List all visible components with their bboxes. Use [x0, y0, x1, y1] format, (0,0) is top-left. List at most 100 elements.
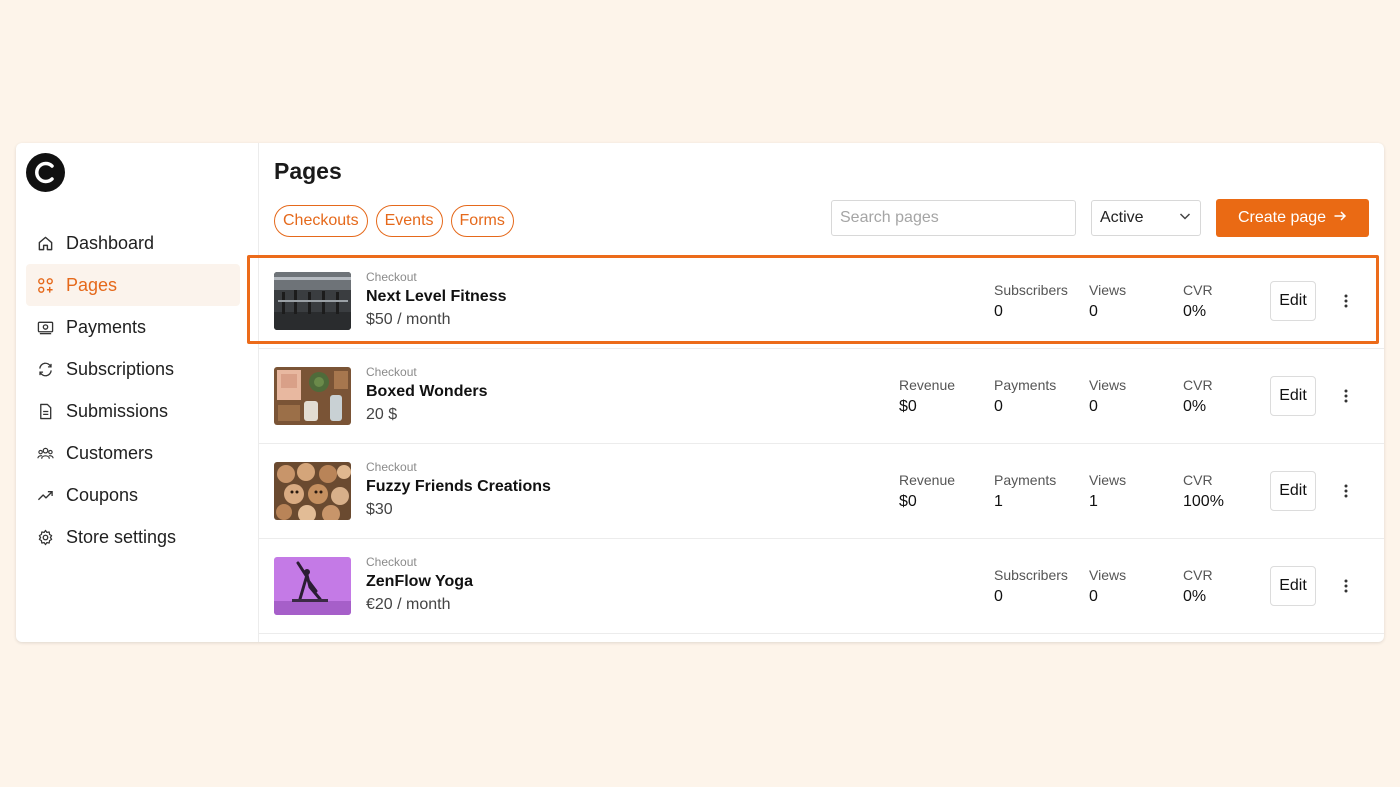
page-thumbnail [274, 272, 351, 330]
metric-label: Views [1089, 567, 1127, 583]
page-type: Checkout [366, 555, 417, 569]
page-name[interactable]: Fuzzy Friends Creations [366, 478, 551, 496]
create-page-label: Create page [1237, 209, 1327, 226]
metric-views: Views 0 [1089, 282, 1126, 321]
metric-payments: Payments 0 [994, 377, 1056, 416]
main-content: Pages Checkouts Events Forms Active Crea… [259, 143, 1384, 642]
metric-value: 0% [1183, 398, 1207, 415]
sidebar-item-label: Pages [66, 274, 118, 295]
metric-value: $0 [899, 493, 917, 510]
page-thumbnail [274, 557, 351, 615]
page-thumbnail [274, 367, 351, 425]
payments-icon [37, 319, 54, 336]
more-options-icon[interactable] [1334, 288, 1358, 314]
sidebar-item-store-settings[interactable]: Store settings [26, 516, 240, 558]
metric-subscribers: Subscribers 0 [994, 567, 1068, 606]
sidebar-item-label: Submissions [66, 400, 169, 421]
filter-chips: Checkouts Events Forms [274, 205, 514, 237]
sidebar-item-label: Dashboard [66, 232, 155, 253]
metric-value: 1 [994, 493, 1003, 510]
page-price: 20 $ [366, 406, 398, 423]
more-options-icon[interactable] [1334, 383, 1358, 409]
metric-label: Subscribers [994, 282, 1068, 298]
status-select-value: Active [1100, 209, 1144, 226]
list-item[interactable]: Checkout Next Level Fitness $50 / month … [259, 254, 1384, 349]
home-icon [37, 235, 54, 252]
search-input[interactable] [831, 200, 1076, 236]
sidebar-item-label: Store settings [66, 526, 177, 547]
brand-logo[interactable] [26, 153, 65, 192]
page-name[interactable]: Next Level Fitness [366, 288, 507, 306]
metric-label: Payments [994, 472, 1057, 488]
filter-chip-events[interactable]: Events [375, 205, 443, 237]
sidebar-item-label: Payments [66, 316, 147, 337]
metric-value: 0% [1183, 303, 1207, 320]
metric-label: Views [1089, 472, 1127, 488]
metric-value: 0 [1089, 588, 1098, 605]
metric-views: Views 1 [1089, 472, 1126, 511]
metric-cvr: CVR 0% [1183, 377, 1213, 416]
sidebar-item-coupons[interactable]: Coupons [26, 474, 240, 516]
trending-icon [37, 487, 54, 504]
more-options-icon[interactable] [1334, 478, 1358, 504]
metric-cvr: CVR 0% [1183, 282, 1213, 321]
metric-views: Views 0 [1089, 377, 1126, 416]
page-type: Checkout [366, 460, 417, 474]
page-title: Pages [274, 158, 342, 184]
sidebar-item-payments[interactable]: Payments [26, 306, 240, 348]
page-type: Checkout [366, 365, 417, 379]
metric-value: 1 [1089, 493, 1098, 510]
metric-label: Subscribers [994, 567, 1068, 583]
metric-value: 0% [1183, 588, 1207, 605]
filter-chip-forms[interactable]: Forms [450, 205, 514, 237]
edit-button[interactable]: Edit [1270, 281, 1316, 321]
document-icon [37, 403, 54, 420]
page-price: €20 / month [366, 596, 451, 613]
metric-label: Views [1089, 377, 1127, 393]
customers-icon [37, 445, 54, 462]
arrow-right-icon [1333, 209, 1347, 228]
metric-payments: Payments 1 [994, 472, 1056, 511]
sidebar-item-submissions[interactable]: Submissions [26, 390, 240, 432]
metric-value: 100% [1183, 493, 1224, 510]
filter-chip-checkouts[interactable]: Checkouts [274, 205, 368, 237]
more-options-icon[interactable] [1334, 573, 1358, 599]
sidebar-item-subscriptions[interactable]: Subscriptions [26, 348, 240, 390]
app-window: Dashboard Pages Payments Subscriptions S… [16, 143, 1384, 642]
metric-label: Revenue [899, 377, 956, 393]
pages-grid-icon [37, 277, 54, 294]
metric-label: Revenue [899, 472, 956, 488]
sidebar-item-label: Coupons [66, 484, 139, 505]
edit-button[interactable]: Edit [1270, 376, 1316, 416]
list-item[interactable]: Checkout Fuzzy Friends Creations $30 Rev… [259, 444, 1384, 539]
edit-button[interactable]: Edit [1270, 471, 1316, 511]
edit-button[interactable]: Edit [1270, 566, 1316, 606]
metric-label: CVR [1183, 282, 1213, 298]
metric-value: 0 [994, 303, 1003, 320]
sidebar-item-label: Customers [66, 442, 154, 463]
sidebar-item-customers[interactable]: Customers [26, 432, 240, 474]
metric-views: Views 0 [1089, 567, 1126, 606]
status-select[interactable]: Active [1091, 200, 1201, 236]
subscriptions-icon [37, 361, 54, 378]
list-item[interactable]: Checkout ZenFlow Yoga €20 / month Subscr… [259, 539, 1384, 634]
page-name[interactable]: ZenFlow Yoga [366, 573, 473, 591]
sidebar-nav: Dashboard Pages Payments Subscriptions S… [26, 222, 240, 558]
metric-subscribers: Subscribers 0 [994, 282, 1068, 321]
sidebar-item-dashboard[interactable]: Dashboard [26, 222, 240, 264]
create-page-button[interactable]: Create page [1216, 199, 1369, 237]
page-thumbnail [274, 462, 351, 520]
metric-label: CVR [1183, 377, 1213, 393]
sidebar: Dashboard Pages Payments Subscriptions S… [16, 143, 259, 642]
sidebar-item-pages[interactable]: Pages [26, 264, 240, 306]
metric-label: CVR [1183, 472, 1213, 488]
metric-cvr: CVR 0% [1183, 567, 1213, 606]
metric-value: 0 [994, 588, 1003, 605]
metric-revenue: Revenue $0 [899, 472, 955, 511]
metric-value: 0 [1089, 303, 1098, 320]
page-name[interactable]: Boxed Wonders [366, 383, 488, 401]
metric-value: $0 [899, 398, 917, 415]
list-item[interactable]: Checkout Boxed Wonders 20 $ Revenue $0 P… [259, 349, 1384, 444]
page-price: $30 [366, 501, 393, 518]
metric-label: CVR [1183, 567, 1213, 583]
